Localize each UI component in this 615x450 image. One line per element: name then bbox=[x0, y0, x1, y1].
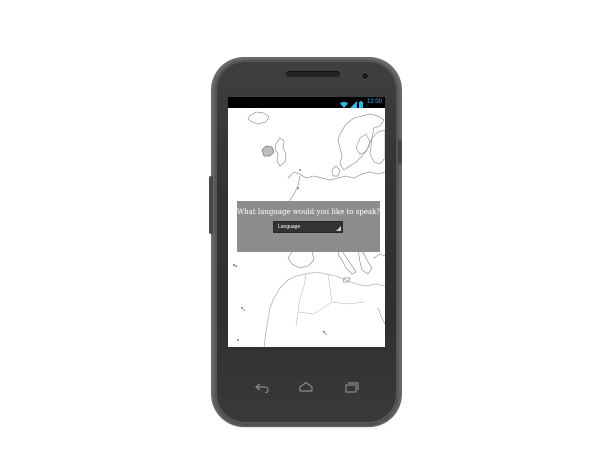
power-button bbox=[398, 140, 402, 164]
mockup-canvas: 12:00 What language would you like to sp… bbox=[0, 0, 615, 450]
volume-button bbox=[209, 176, 213, 234]
language-dialog: What language would you like to speak? L… bbox=[237, 201, 380, 252]
status-bar: 12:00 bbox=[228, 97, 385, 108]
navigation-bar bbox=[228, 371, 385, 397]
home-icon[interactable] bbox=[298, 378, 314, 392]
status-time: 12:00 bbox=[366, 99, 382, 105]
language-prompt: What language would you like to speak? bbox=[237, 208, 381, 216]
recent-apps-icon[interactable] bbox=[344, 378, 360, 393]
earpiece-speaker bbox=[286, 71, 340, 77]
back-icon[interactable] bbox=[254, 378, 270, 394]
dropdown-corner-icon bbox=[336, 226, 341, 231]
front-camera bbox=[361, 72, 369, 80]
language-select[interactable]: Language bbox=[273, 221, 343, 233]
language-select-value: Language bbox=[278, 224, 301, 230]
phone-screen: 12:00 What language would you like to sp… bbox=[228, 97, 385, 347]
